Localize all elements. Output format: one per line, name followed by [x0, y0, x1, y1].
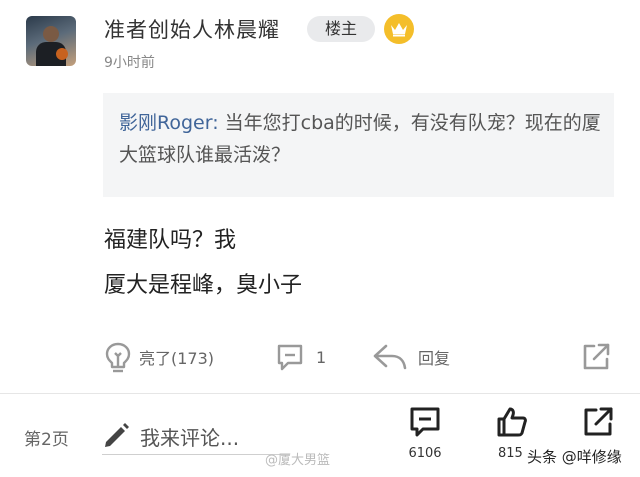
like-label: 亮了(173) [139, 349, 215, 368]
comment-icon [408, 405, 442, 443]
reply-line-1: 福建队吗？我 [104, 228, 237, 253]
comment-placeholder: 我来评论... [140, 426, 240, 450]
share-icon [580, 341, 612, 373]
lightbulb-icon [103, 341, 133, 373]
toutiao-watermark: 头条 @咩修缘 [527, 448, 622, 466]
page-indicator[interactable]: 第2页 [24, 425, 69, 450]
comment-count: 1 [316, 347, 327, 367]
reply-icon [372, 341, 408, 373]
quoted-author-link[interactable]: 影刚Roger: [119, 112, 219, 134]
quoted-comment: 影刚Roger: 当年您打cba的时候，有没有队宠？现在的厦大篮球队谁最活泼？ [103, 93, 614, 197]
comment-icon [274, 341, 306, 373]
like-post-button[interactable]: 815 [492, 405, 532, 461]
like-button[interactable]: 亮了(173) [103, 337, 214, 377]
reply-button[interactable]: 回复 [372, 337, 450, 377]
comments-button[interactable]: 6106 [404, 405, 446, 461]
likes-count: 815 [498, 446, 523, 461]
pencil-icon [102, 420, 132, 454]
thumbs-up-icon [495, 405, 529, 443]
comment-input[interactable]: 我来评论... [102, 414, 290, 455]
post-time: 9小时前 [104, 55, 155, 71]
weibo-watermark: @厦大男篮 [265, 453, 331, 468]
comment-button[interactable]: 1 [274, 337, 326, 377]
share-icon [581, 405, 615, 443]
username[interactable]: 准者创始人林晨耀 [104, 14, 280, 44]
owner-badge: 楼主 [307, 16, 375, 42]
quoted-comment-text: 影刚Roger: 当年您打cba的时候，有没有队宠？现在的厦大篮球队谁最活泼？ [119, 107, 604, 171]
reply-label: 回复 [418, 349, 451, 368]
crown-icon [384, 14, 414, 44]
share-button[interactable] [580, 337, 612, 377]
avatar[interactable] [26, 16, 76, 66]
share-post-button[interactable] [578, 405, 618, 443]
divider [0, 393, 640, 394]
reply-line-2: 厦大是程峰，臭小子 [104, 273, 303, 298]
comments-count: 6106 [408, 446, 442, 461]
